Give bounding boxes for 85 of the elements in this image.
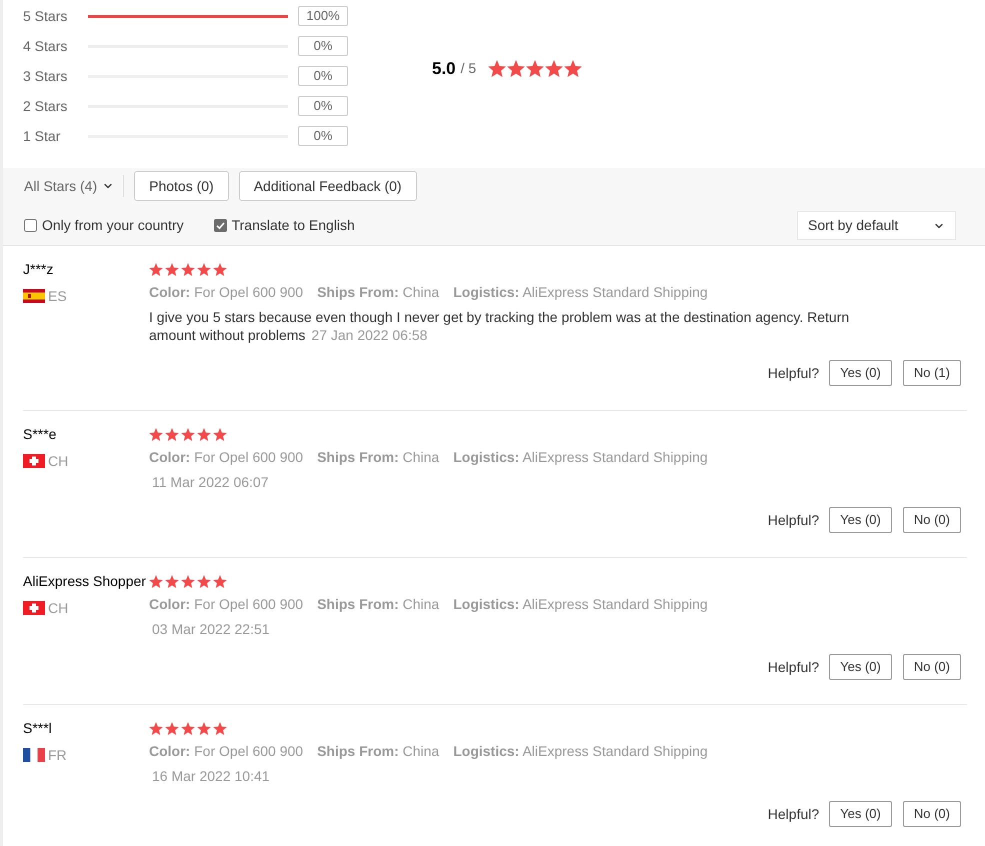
yes-button[interactable]: Yes (0) bbox=[829, 801, 892, 827]
no-button[interactable]: No (1) bbox=[902, 360, 961, 386]
review-text: I give you 5 stars because even though I never get by tracking the problem was at the destination agency. Return amount without problems 27 Jan 2022 06:58 bbox=[149, 308, 850, 344]
product-attribute: Logistics: AliExpress Standard Shipping bbox=[453, 595, 708, 613]
star-level-label: 1 Star bbox=[23, 126, 62, 146]
star-icon bbox=[165, 574, 179, 588]
star-icon bbox=[526, 60, 544, 78]
product-attribute: Color: For Opel 600 900 bbox=[149, 595, 304, 613]
percent-value: 0% bbox=[298, 36, 348, 56]
option-label: Translate to English bbox=[232, 216, 355, 235]
product-attribute: Color: For Opel 600 900 bbox=[149, 283, 304, 301]
reviewer-name: AliExpress Shopper bbox=[23, 572, 147, 590]
checkbox[interactable] bbox=[214, 219, 227, 232]
no-button[interactable]: No (0) bbox=[902, 507, 961, 533]
country-code: FR bbox=[48, 746, 67, 764]
review-date: 03 Mar 2022 22:51 bbox=[152, 621, 270, 637]
product-attribute: Ships From: China bbox=[317, 742, 440, 760]
filter-button[interactable]: Photos (0) bbox=[134, 171, 229, 201]
no-button[interactable]: No (0) bbox=[902, 654, 961, 680]
star-icon bbox=[149, 262, 163, 276]
review-date: 11 Mar 2022 06:07 bbox=[152, 474, 268, 490]
product-attribute: Color: For Opel 600 900 bbox=[149, 448, 304, 466]
percent-value: 0% bbox=[298, 66, 348, 86]
no-button[interactable]: No (0) bbox=[902, 801, 961, 827]
star-icon bbox=[149, 574, 163, 588]
product-attribute: Logistics: AliExpress Standard Shipping bbox=[453, 448, 708, 466]
country-code: CH bbox=[48, 598, 68, 618]
product-attribute: Ships From: China bbox=[317, 283, 440, 301]
star-icon bbox=[181, 574, 195, 588]
star-filter-dropdown[interactable]: All Stars (4) bbox=[24, 176, 114, 196]
rating-scale: / 5 bbox=[460, 59, 476, 78]
reviewer-name: S***l bbox=[23, 719, 53, 737]
star-icon bbox=[564, 60, 582, 78]
country-code: ES bbox=[48, 286, 67, 306]
sort-dropdown[interactable]: Sort by default bbox=[797, 211, 956, 240]
percent-value: 0% bbox=[298, 126, 348, 146]
star-icon bbox=[213, 722, 227, 734]
yes-button[interactable]: Yes (0) bbox=[829, 507, 892, 533]
rating-score: 5.0 bbox=[432, 58, 456, 80]
star-icon bbox=[213, 574, 227, 588]
star-level-label: 3 Stars bbox=[23, 66, 68, 86]
product-attribute: Ships From: China bbox=[317, 595, 440, 613]
star-icon bbox=[545, 60, 564, 78]
option-label: Only from your country bbox=[42, 216, 184, 235]
star-icon bbox=[197, 574, 211, 588]
reviewer-name: S***e bbox=[23, 425, 58, 443]
yes-button[interactable]: Yes (0) bbox=[829, 360, 892, 386]
product-attribute: Color: For Opel 600 900 bbox=[149, 742, 304, 760]
france-flag-icon bbox=[23, 748, 45, 762]
star-icon bbox=[181, 722, 195, 734]
helpful-label: Helpful? bbox=[768, 804, 820, 824]
star-icon bbox=[213, 262, 227, 276]
review-date: 16 Mar 2022 10:41 bbox=[152, 768, 270, 784]
swiss-flag-icon bbox=[23, 601, 45, 615]
star-icon bbox=[165, 722, 179, 734]
helpful-label: Helpful? bbox=[768, 510, 820, 530]
star-icon bbox=[181, 262, 195, 276]
star-icon bbox=[197, 262, 211, 276]
helpful-label: Helpful? bbox=[768, 364, 820, 383]
star-level-label: 4 Stars bbox=[23, 36, 68, 56]
reviewer-name: J***z bbox=[23, 260, 54, 278]
checkbox[interactable] bbox=[24, 219, 37, 232]
helpful-label: Helpful? bbox=[768, 658, 820, 677]
filter-button[interactable]: Additional Feedback (0) bbox=[238, 171, 417, 201]
product-attribute: Logistics: AliExpress Standard Shipping bbox=[453, 283, 708, 301]
star-icon bbox=[507, 60, 526, 78]
star-level-label: 2 Stars bbox=[23, 96, 68, 116]
yes-button[interactable]: Yes (0) bbox=[829, 654, 892, 680]
country-code: CH bbox=[48, 452, 68, 470]
swiss-flag-icon bbox=[23, 454, 45, 468]
star-icon bbox=[181, 428, 195, 440]
star-icon bbox=[149, 722, 163, 734]
product-attribute: Logistics: AliExpress Standard Shipping bbox=[453, 742, 708, 760]
star-icon bbox=[149, 428, 163, 440]
star-icon bbox=[165, 262, 179, 276]
percent-value: 100% bbox=[298, 6, 348, 26]
star-icon bbox=[197, 722, 211, 734]
star-level-label: 5 Stars bbox=[23, 6, 68, 26]
star-icon bbox=[197, 428, 211, 440]
star-icon bbox=[213, 428, 227, 440]
star-icon bbox=[165, 428, 179, 440]
product-attribute: Ships From: China bbox=[317, 448, 440, 466]
spain-flag-icon bbox=[23, 289, 45, 303]
percent-value: 0% bbox=[298, 96, 348, 116]
star-icon bbox=[488, 60, 506, 78]
